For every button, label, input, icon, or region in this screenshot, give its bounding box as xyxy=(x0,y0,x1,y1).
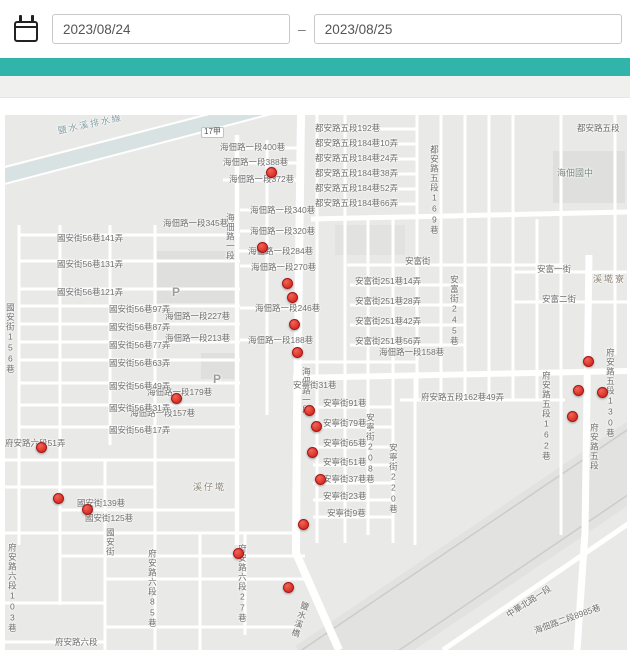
street-label: 中華北路一段 xyxy=(505,584,553,620)
street-label: 安寧街208巷 xyxy=(365,413,374,484)
street-label: 國安街56巷17弄 xyxy=(109,426,170,435)
map-marker[interactable] xyxy=(171,393,182,404)
street-label: 國安街56巷49弄 xyxy=(109,382,170,391)
place-label: 溪仔墘 xyxy=(193,483,226,493)
street-label: 安寧街31巷 xyxy=(293,381,336,390)
street-label: 國安街56巷121弄 xyxy=(57,288,123,297)
street-label: 海佃路二段8985巷 xyxy=(533,603,602,636)
map-marker[interactable] xyxy=(298,519,309,530)
map[interactable]: 鹽水溪排水線17甲海佃路一段400巷海佃路一段388巷海佃路一段372巷都安路五… xyxy=(5,115,627,650)
street-label: 安寧街51巷 xyxy=(323,458,366,467)
map-marker[interactable] xyxy=(597,387,608,398)
street-label: 府安路五段162巷 xyxy=(541,371,550,461)
street-label: 安富一街 xyxy=(537,265,571,274)
street-label: 安寧街37巷 xyxy=(323,475,366,484)
parking-icon: P xyxy=(213,372,221,386)
street-label: 安富二街 xyxy=(542,295,576,304)
map-marker[interactable] xyxy=(287,292,298,303)
street-label: 安富街251巷42弄 xyxy=(355,317,421,326)
map-marker[interactable] xyxy=(311,421,322,432)
street-label: 安寧街23巷 xyxy=(323,492,366,501)
calendar-icon[interactable] xyxy=(14,21,38,42)
street-label: 安富街251巷28弄 xyxy=(355,297,421,306)
street-label: 國安街56巷141弄 xyxy=(57,234,123,243)
street-label: 海佃路一段400巷 xyxy=(220,143,285,152)
street-label: 國安街56巷97弄 xyxy=(109,305,170,314)
street-label: 安富街 xyxy=(405,257,431,266)
street-label: 府安路六段 xyxy=(55,638,98,647)
street-label: 國安街56巷31弄 xyxy=(109,404,170,413)
street-label: 海佃路一段320巷 xyxy=(250,227,315,236)
street-label: 海佃路一段340巷 xyxy=(250,206,315,215)
map-marker[interactable] xyxy=(266,167,277,178)
street-label: 國安街56巷131弄 xyxy=(57,260,123,269)
map-marker[interactable] xyxy=(289,319,300,330)
street-label: 安寧街220巷 xyxy=(388,443,397,514)
street-label: 都安路五段 xyxy=(577,124,620,133)
date-range-toolbar: – xyxy=(0,0,630,58)
street-label: 安寧街91巷 xyxy=(323,399,366,408)
street-label: 海佃路一段227巷 xyxy=(165,312,230,321)
badge-label: 17甲 xyxy=(201,127,224,138)
map-marker[interactable] xyxy=(567,411,578,422)
street-label: 國安街56巷77弄 xyxy=(109,341,170,350)
street-label: 安寧街79巷 xyxy=(323,419,366,428)
toolbar-strip xyxy=(0,76,630,98)
map-overlay: 鹽水溪排水線17甲海佃路一段400巷海佃路一段388巷海佃路一段372巷都安路五… xyxy=(5,115,627,650)
street-label: 海佃路一段 xyxy=(225,213,234,261)
street-label: 都安路五段169巷 xyxy=(429,145,438,235)
street-label: 海佃路一段345巷 xyxy=(163,219,228,228)
street-label: 安富街251巷56弄 xyxy=(355,337,421,346)
map-marker[interactable] xyxy=(315,474,326,485)
street-label: 海佃路一段372巷 xyxy=(229,175,294,184)
parking-icon: P xyxy=(172,285,180,299)
map-marker[interactable] xyxy=(53,493,64,504)
date-range-separator: – xyxy=(298,21,306,37)
street-label: 海佃路一段188巷 xyxy=(248,336,313,345)
map-marker[interactable] xyxy=(257,242,268,253)
street-label: 海佃路一段246巷 xyxy=(255,304,320,313)
street-label: 海佃路一段388巷 xyxy=(223,158,288,167)
street-label: 海佃路一段158巷 xyxy=(379,348,444,357)
street-label: 都安路五段192巷 xyxy=(315,124,380,133)
street-label: 國安街 xyxy=(105,528,114,557)
street-label: 府安路五段162巷49弄 xyxy=(421,393,504,402)
map-marker[interactable] xyxy=(292,347,303,358)
map-marker[interactable] xyxy=(583,356,594,367)
street-label: 海佃路一段270巷 xyxy=(251,263,316,272)
street-label: 安富街251巷14弄 xyxy=(355,277,421,286)
street-label: 海佃路一段213巷 xyxy=(165,334,230,343)
street-label: 安寧街65巷 xyxy=(323,439,366,448)
street-label: 府安路六段85巷 xyxy=(147,549,156,628)
street-label: 鹽水溪橋 xyxy=(289,600,310,639)
map-marker[interactable] xyxy=(304,405,315,416)
end-date-input[interactable] xyxy=(314,14,622,44)
map-marker[interactable] xyxy=(82,504,93,515)
street-label: 安寧街9巷 xyxy=(327,509,366,518)
street-label: 國安街56巷63弄 xyxy=(109,359,170,368)
water-label: 鹽水溪排水線 xyxy=(57,115,124,137)
street-label: 都安路五段184巷66弄 xyxy=(315,199,398,208)
map-marker[interactable] xyxy=(233,548,244,559)
street-label: 都安路五段184巷24弄 xyxy=(315,154,398,163)
street-label: 國安街56巷87弄 xyxy=(109,323,170,332)
map-marker[interactable] xyxy=(283,582,294,593)
street-label: 安富街245巷 xyxy=(449,275,458,346)
school-label: 海佃國中 xyxy=(557,169,593,179)
start-date-input[interactable] xyxy=(52,14,290,44)
street-label: 都安路五段184巷10弄 xyxy=(315,139,398,148)
map-marker[interactable] xyxy=(573,385,584,396)
street-label: 府安路六段103巷 xyxy=(7,543,16,633)
street-label: 國安街156巷 xyxy=(5,303,14,374)
map-marker[interactable] xyxy=(282,278,293,289)
street-label: 都安路五段184巷52弄 xyxy=(315,184,398,193)
street-label: 國安街125巷 xyxy=(85,514,133,523)
street-label: 都安路五段184巷38弄 xyxy=(315,169,398,178)
map-marker[interactable] xyxy=(307,447,318,458)
map-marker[interactable] xyxy=(36,442,47,453)
place-label: 溪墘寮 xyxy=(593,275,626,285)
progress-bar xyxy=(0,58,630,76)
street-label: 府安路五段 xyxy=(589,423,598,471)
